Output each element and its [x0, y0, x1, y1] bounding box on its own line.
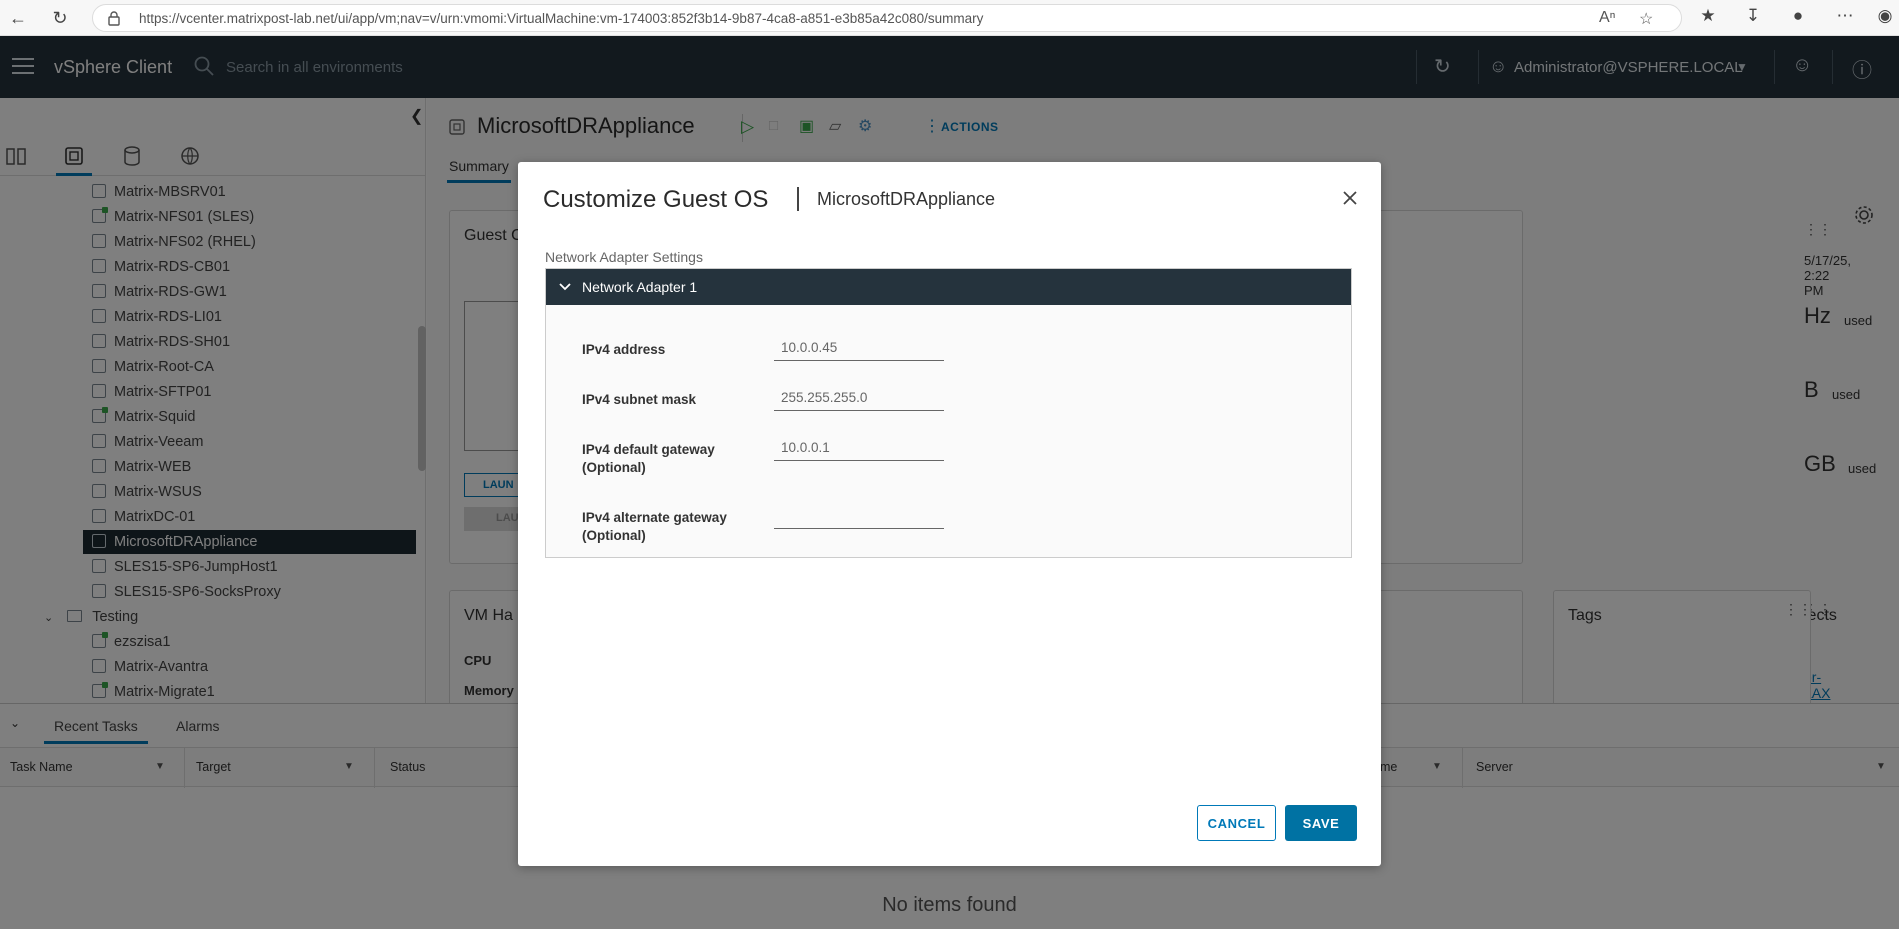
refresh-icon[interactable]: ↻	[48, 6, 72, 30]
lock-icon	[108, 11, 120, 26]
more-icon[interactable]: ⋯	[1833, 6, 1857, 26]
address-bar[interactable]: https://vcenter.matrixpost-lab.net/ui/ap…	[92, 4, 1682, 32]
title-divider	[797, 187, 799, 211]
network-adapter-label: Network Adapter 1	[582, 279, 698, 295]
ipv4-subnet-mask-label: IPv4 subnet mask	[582, 392, 697, 407]
chevron-down-icon[interactable]	[558, 280, 572, 294]
copilot-icon[interactable]: ◉	[1873, 6, 1897, 26]
ipv4-subnet-mask-input[interactable]	[774, 385, 944, 411]
favorite-star-icon[interactable]: ☆	[1639, 9, 1653, 29]
network-adapter-panel: Network Adapter 1 IPv4 address IPv4 subn…	[545, 268, 1352, 558]
url-text: https://vcenter.matrixpost-lab.net/ui/ap…	[139, 11, 984, 26]
ipv4-address-label: IPv4 address	[582, 342, 666, 357]
ipv4-alternate-gateway-label: IPv4 alternate gateway (Optional)	[582, 510, 727, 543]
ipv4-alternate-gateway-input[interactable]	[774, 503, 944, 529]
dialog-subtitle: MicrosoftDRAppliance	[817, 189, 996, 209]
favorites-icon[interactable]: ★	[1696, 6, 1720, 26]
dialog-title: Customize Guest OS	[543, 186, 769, 213]
close-icon[interactable]	[1340, 188, 1360, 208]
read-aloud-icon[interactable]: Aⁿ	[1599, 9, 1616, 27]
section-label: Network Adapter Settings	[545, 249, 703, 265]
browser-toolbar: ← ↻ https://vcenter.matrixpost-lab.net/u…	[0, 0, 1899, 36]
customize-guest-os-dialog: Customize Guest OS MicrosoftDRAppliance …	[518, 162, 1381, 866]
ipv4-default-gateway-label: IPv4 default gateway (Optional)	[582, 442, 715, 475]
downloads-icon[interactable]: ↧	[1741, 6, 1765, 26]
ipv4-address-input[interactable]	[774, 335, 944, 361]
cancel-button[interactable]: CANCEL	[1197, 805, 1276, 841]
profile-avatar-icon[interactable]: ●	[1786, 6, 1810, 26]
network-adapter-header[interactable]: Network Adapter 1	[546, 269, 1351, 305]
save-button[interactable]: SAVE	[1285, 805, 1357, 841]
back-icon[interactable]: ←	[6, 6, 30, 30]
ipv4-default-gateway-input[interactable]	[774, 435, 944, 461]
